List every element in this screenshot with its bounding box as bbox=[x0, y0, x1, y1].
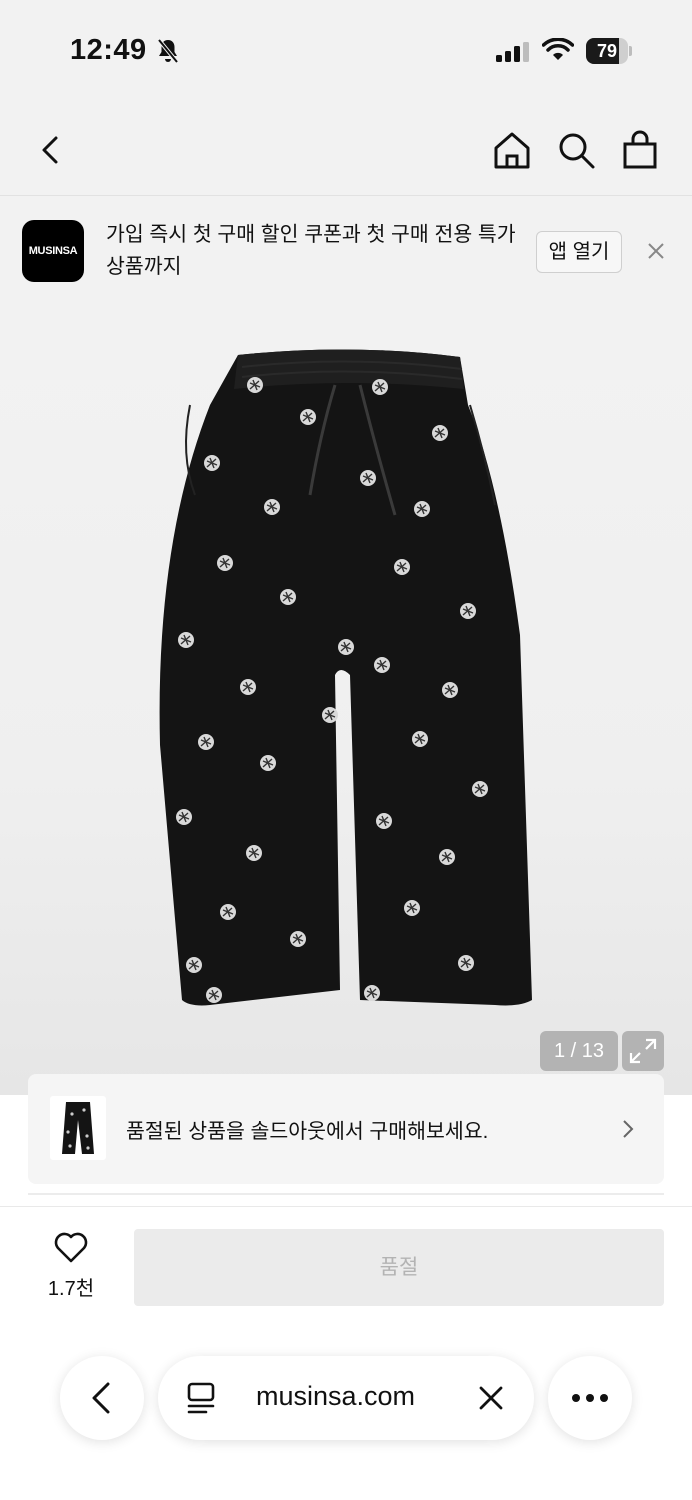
address-bar[interactable]: musinsa.com bbox=[158, 1356, 534, 1440]
more-dots-icon bbox=[572, 1394, 608, 1402]
musinsa-logo: MUSINSA bbox=[22, 220, 84, 282]
like-count: 1.7천 bbox=[47, 1278, 95, 1300]
image-counter: 1 / 13 bbox=[540, 1031, 618, 1071]
home-icon[interactable] bbox=[492, 130, 532, 170]
wifi-icon bbox=[542, 38, 574, 60]
like-button[interactable]: 1.7천 bbox=[36, 1230, 106, 1302]
status-bar: 12:49 79 bbox=[0, 0, 692, 100]
expand-icon bbox=[629, 1038, 657, 1064]
product-photo-pants bbox=[159, 349, 533, 1006]
reader-mode-icon bbox=[187, 1382, 215, 1414]
back-arrow-icon[interactable] bbox=[34, 130, 66, 170]
expand-button[interactable] bbox=[622, 1031, 664, 1071]
search-icon[interactable] bbox=[556, 130, 596, 170]
heart-icon bbox=[54, 1232, 88, 1263]
divider bbox=[0, 1206, 692, 1207]
nav-header bbox=[0, 100, 692, 196]
bell-slash-icon bbox=[157, 38, 179, 64]
product-image-gallery[interactable]: 1 / 13 bbox=[0, 305, 692, 1095]
signal-icon bbox=[496, 42, 529, 62]
soldout-link-card[interactable]: 품절된 상품을 솔드아웃에서 구매해보세요. bbox=[28, 1074, 664, 1184]
battery-level: 79 bbox=[596, 41, 618, 61]
browser-back-button[interactable] bbox=[60, 1356, 144, 1440]
divider bbox=[28, 1193, 664, 1195]
app-install-banner: MUSINSA 가입 즉시 첫 구매 할인 쿠폰과 첫 구매 전용 특가 상품까… bbox=[0, 197, 692, 305]
close-icon[interactable] bbox=[646, 241, 666, 261]
url-text: musinsa.com bbox=[256, 1381, 416, 1411]
status-time: 12:49 bbox=[70, 34, 147, 66]
soldout-message: 품절된 상품을 솔드아웃에서 구매해보세요. bbox=[126, 1120, 489, 1143]
chevron-right-icon bbox=[623, 1120, 634, 1138]
soldout-thumbnail bbox=[50, 1096, 106, 1160]
battery-icon: 79 bbox=[586, 38, 632, 64]
browser-more-button[interactable] bbox=[548, 1356, 632, 1440]
close-icon[interactable] bbox=[478, 1385, 504, 1411]
back-arrow-icon bbox=[92, 1382, 110, 1414]
open-app-button[interactable]: 앱 열기 bbox=[536, 231, 622, 273]
shopping-bag-icon[interactable] bbox=[620, 130, 660, 170]
banner-message: 가입 즉시 첫 구매 할인 쿠폰과 첫 구매 전용 특가 상품까지 bbox=[106, 223, 516, 278]
soldout-button[interactable]: 품절 bbox=[134, 1229, 664, 1306]
